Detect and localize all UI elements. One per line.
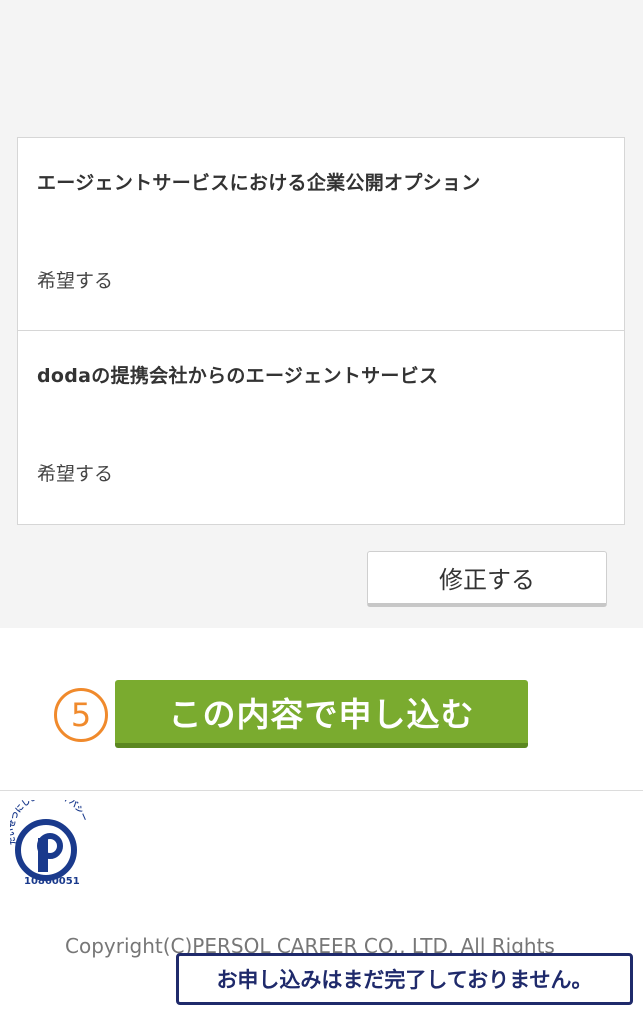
step-number-badge: 5 <box>54 688 108 742</box>
privacy-mark-number: 10860051 <box>24 876 80 887</box>
section-value: 希望する <box>37 463 114 485</box>
section-title: エージェントサービスにおける企業公開オプション <box>37 172 481 194</box>
submit-button[interactable]: この内容で申し込む <box>115 680 528 748</box>
step-number: 5 <box>70 696 92 734</box>
section-title: dodaの提携会社からのエージェントサービス <box>37 365 439 387</box>
confirmation-card: エージェントサービスにおける企業公開オプション 希望する dodaの提携会社から… <box>17 137 625 525</box>
footer-divider <box>0 790 643 791</box>
card-section-company-option: エージェントサービスにおける企業公開オプション 希望する <box>18 138 624 331</box>
incomplete-notice-banner: お申し込みはまだ完了しておりません。 <box>176 953 633 1005</box>
section-value: 希望する <box>37 270 114 292</box>
card-section-partner-service: dodaの提携会社からのエージェントサービス 希望する <box>18 331 624 524</box>
edit-button[interactable]: 修正する <box>367 551 607 607</box>
